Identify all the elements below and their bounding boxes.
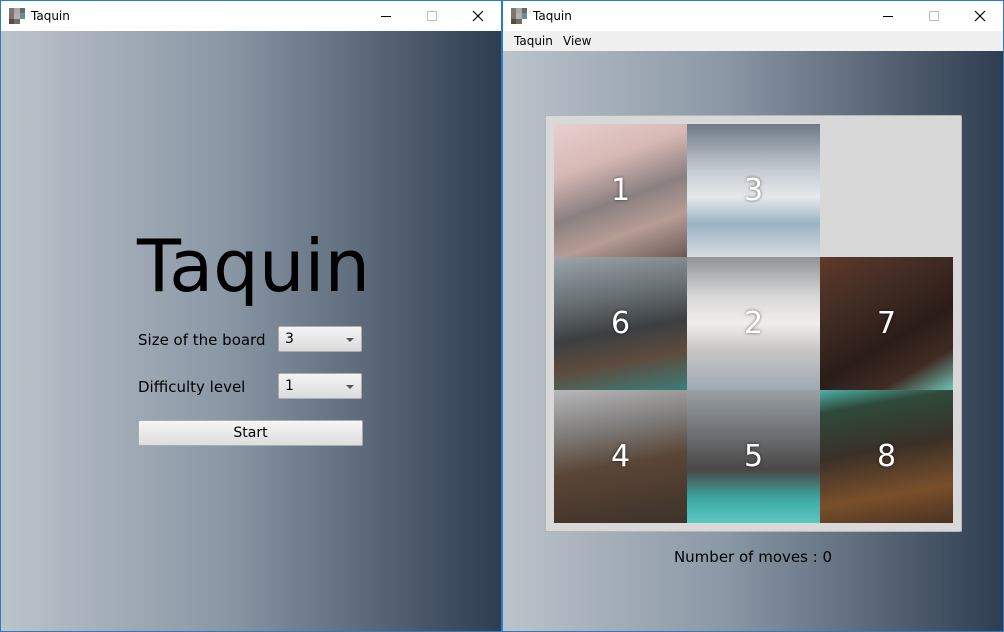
dropdown-arrow-icon — [346, 385, 354, 389]
menu-bar: Taquin View — [503, 31, 1003, 51]
app-icon — [511, 8, 527, 24]
tile-number: 4 — [610, 439, 631, 474]
menu-taquin[interactable]: Taquin — [514, 34, 553, 48]
puzzle-tile[interactable]: 2 — [687, 257, 820, 390]
close-button[interactable] — [455, 1, 501, 31]
client-area: 1 3 6 2 7 4 5 8 Number of moves: 0 — [503, 51, 1003, 631]
tile-number: 8 — [876, 439, 897, 474]
title-bar[interactable]: Taquin — [1, 1, 501, 31]
app-icon — [9, 8, 25, 24]
minimize-button[interactable] — [865, 1, 911, 31]
page-title: Taquin — [137, 224, 371, 308]
board-size-select[interactable]: 3 — [278, 326, 362, 352]
menu-view[interactable]: View — [563, 34, 591, 48]
puzzle-tile[interactable]: 8 — [820, 390, 953, 523]
puzzle-tile[interactable]: 5 — [687, 390, 820, 523]
puzzle-tile[interactable]: 4 — [554, 390, 687, 523]
tile-number: 7 — [876, 306, 897, 341]
puzzle-tile[interactable]: 6 — [554, 257, 687, 390]
tile-number: 6 — [610, 306, 631, 341]
maximize-button[interactable] — [409, 1, 455, 31]
close-button[interactable] — [957, 1, 1003, 31]
tile-number: 2 — [743, 306, 764, 341]
tile-number: 1 — [610, 173, 631, 208]
minimize-icon — [883, 16, 893, 17]
maximize-icon — [427, 11, 437, 21]
puzzle-tile[interactable]: 3 — [687, 124, 820, 257]
maximize-icon — [929, 11, 939, 21]
window-title: Taquin — [31, 9, 70, 23]
board-size-value: 3 — [285, 331, 294, 347]
board-size-label: Size of the board — [138, 331, 266, 349]
window-title: Taquin — [533, 9, 572, 23]
minimize-button[interactable] — [363, 1, 409, 31]
minimize-icon — [381, 16, 391, 17]
puzzle-tile[interactable]: 7 — [820, 257, 953, 390]
tile-number: 3 — [743, 173, 764, 208]
difficulty-label: Difficulty level — [138, 378, 246, 396]
close-icon — [974, 10, 986, 22]
game-window: Taquin Taquin View 1 3 6 2 7 4 5 8 Numbe… — [502, 0, 1004, 632]
moves-counter: Number of moves : 0 — [673, 548, 833, 566]
difficulty-value: 1 — [285, 378, 294, 394]
puzzle-tile[interactable]: 1 — [554, 124, 687, 257]
title-bar[interactable]: Taquin — [503, 1, 1003, 31]
start-button[interactable]: Start — [138, 420, 363, 446]
close-icon — [472, 10, 484, 22]
maximize-button[interactable] — [911, 1, 957, 31]
main-menu-window: Taquin Taquin Size of the board 3 Diffic… — [0, 0, 502, 632]
dropdown-arrow-icon — [346, 338, 354, 342]
difficulty-select[interactable]: 1 — [278, 373, 362, 399]
puzzle-board: 1 3 6 2 7 4 5 8 — [545, 115, 962, 532]
tile-number: 5 — [743, 439, 764, 474]
